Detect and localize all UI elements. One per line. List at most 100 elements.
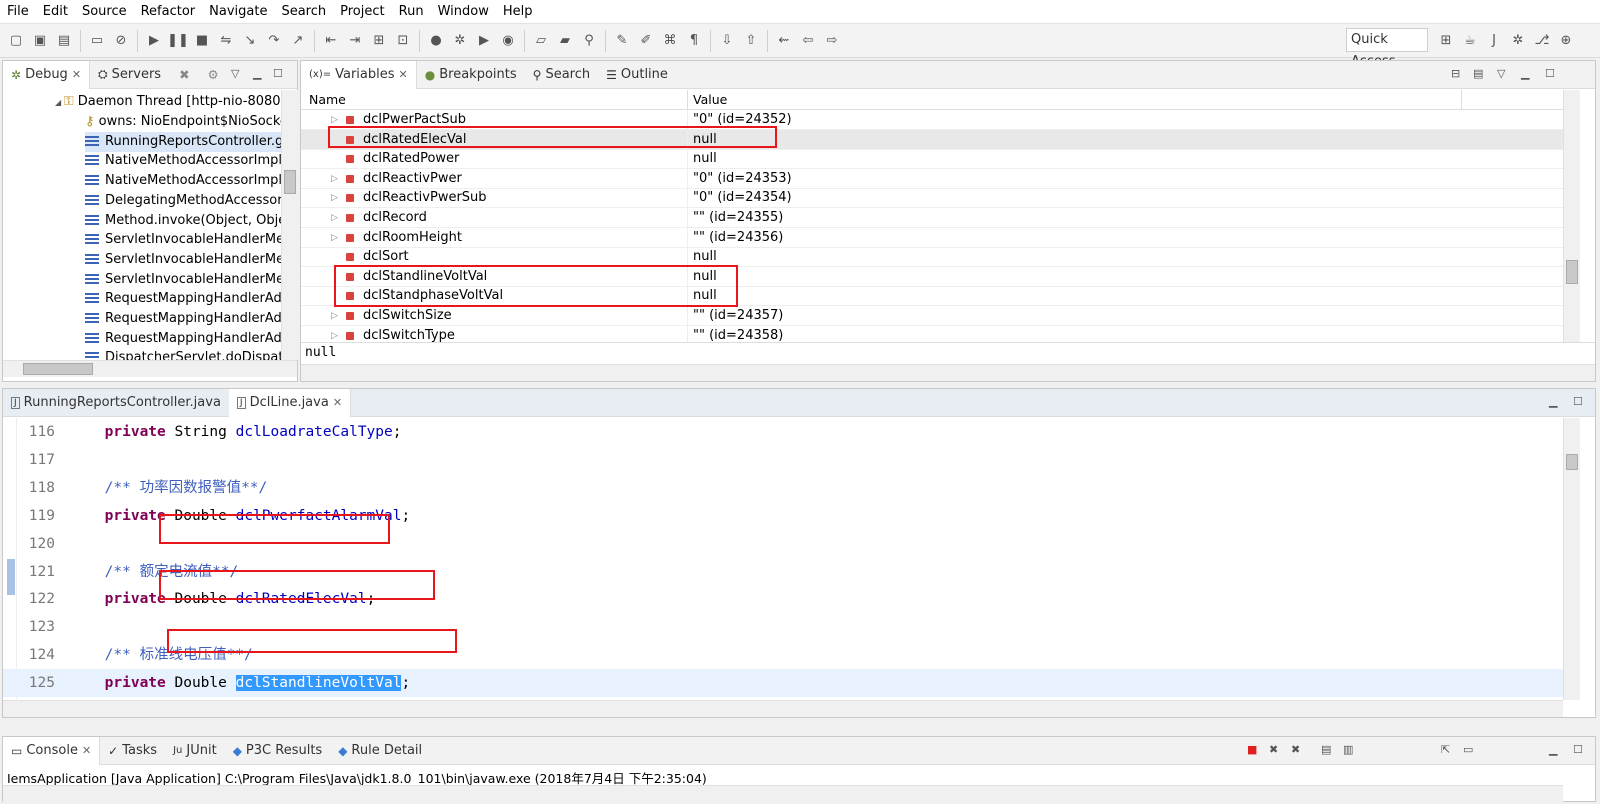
menu-item-edit[interactable]: Edit [36,0,75,24]
tab-breakpoints[interactable]: ● Breakpoints [417,61,525,89]
layout-icon[interactable]: ▤ [1473,67,1483,80]
console-hscroll[interactable] [3,785,1563,802]
skip-breakpoints-icon[interactable]: ⊘ [111,31,131,51]
show-whitespace-icon[interactable]: ¶ [684,31,704,51]
menu-item-window[interactable]: Window [431,0,496,24]
maximize-icon[interactable]: ☐ [1545,67,1555,80]
variable-row[interactable]: ▷ dclReactivPwer "0" (id=24353) [301,169,1563,189]
column-divider[interactable] [687,90,688,110]
suspend-icon[interactable]: ❚❚ [167,31,189,51]
use-step-filters-icon[interactable]: ⇥ [345,31,365,51]
stack-frame[interactable]: DispatcherServlet.doDispatch(l [85,348,281,360]
scroll-lock-icon[interactable]: ▥ [1343,743,1353,756]
stack-frame[interactable]: RunningReportsController.getI [85,131,281,152]
tab-servers[interactable]: ⛭ Servers [90,61,169,89]
stack-frame[interactable]: RequestMappingHandlerAdap [85,329,281,349]
tab-debug[interactable]: ✲ Debug ✕ [3,60,91,89]
menu-item-run[interactable]: Run [392,0,431,24]
git-icon[interactable]: ⎇ [1532,30,1552,50]
menu-item-navigate[interactable]: Navigate [202,0,274,24]
minimize-icon[interactable]: ▁ [1521,67,1529,80]
code-line[interactable]: 122 private Double dclRatedElecVal; [3,585,1563,613]
tab-tasks[interactable]: ✓ Tasks [100,737,165,765]
close-icon[interactable]: ✕ [82,744,91,757]
open-type-icon[interactable]: ⊞ [369,31,389,51]
close-icon[interactable]: ✕ [399,68,408,81]
menu-item-project[interactable]: Project [333,0,391,24]
clear-console-icon[interactable]: ▤ [1321,743,1331,756]
svn-icon[interactable]: ⊕ [1556,30,1576,50]
expand-toggle-icon[interactable]: ▷ [331,169,338,189]
collapse-all-icon[interactable]: ⊟ [1451,67,1460,80]
debug-vscroll[interactable] [281,90,298,360]
tab-junit[interactable]: Ju JUnit [165,737,225,765]
step-return-icon[interactable]: ↗ [288,31,308,51]
code-line[interactable]: 116 private String dclLoadrateCalType; [3,418,1563,446]
java-ee-icon[interactable]: ☕ [1460,30,1480,50]
stack-frame[interactable]: Method.invoke(Object, Object. [85,211,281,231]
expand-toggle-icon[interactable]: ▷ [331,228,338,248]
forward-icon[interactable]: ⇨ [822,31,842,51]
menu-item-refactor[interactable]: Refactor [134,0,203,24]
expand-toggle-icon[interactable]: ▷ [331,208,338,228]
terminate-icon[interactable]: ■ [192,31,212,51]
back-icon[interactable]: ⇦ [798,31,818,51]
column-name-header[interactable]: Name [309,90,346,110]
view-menu-chevron-icon[interactable]: ▽ [1497,67,1505,80]
stack-frame[interactable]: NativeMethodAccessorImpl.inv [85,151,281,171]
open-folder-icon[interactable]: ▱ [531,31,551,51]
stack-frame[interactable]: RequestMappingHandlerAdap [85,309,281,329]
toggle-highlight-icon[interactable]: ✐ [636,31,656,51]
tab-running-reports-controller[interactable]: J RunningReportsController.java [3,389,229,417]
last-edit-icon[interactable]: ⇜ [774,31,794,51]
code-line[interactable]: 123 [3,613,1563,641]
tab-dclline-java[interactable]: J DclLine.java ✕ [228,388,352,417]
tab-rule-detail[interactable]: ◆ Rule Detail [330,737,430,765]
variables-vscroll[interactable] [1563,90,1580,342]
detail-hscroll[interactable] [301,364,1595,381]
remove-launch-icon[interactable]: ✖ [1269,743,1278,756]
expand-toggle-icon[interactable]: ▷ [331,110,338,130]
tab-p3c-results[interactable]: ◆ P3C Results [225,737,331,765]
disconnect-icon[interactable]: ✖ [179,67,189,82]
expand-toggle-icon[interactable]: ▷ [331,326,338,342]
stack-frame[interactable]: RequestMappingHandlerAdap [85,289,281,309]
stack-frame[interactable]: ServletInvocableHandlerMetho [85,230,281,250]
editor-vscroll[interactable] [1563,418,1580,700]
prev-annotation-icon[interactable]: ⇧ [741,31,761,51]
expand-toggle-icon[interactable]: ▷ [331,188,338,208]
code-line[interactable]: 120 [3,530,1563,558]
code-line[interactable]: 119 private Double dclPwerfactAlarmVal; [3,502,1563,530]
minimize-icon[interactable]: ▁ [1549,395,1557,408]
menu-item-search[interactable]: Search [274,0,333,24]
stack-frame[interactable]: NativeMethodAccessorImpl.inv [85,171,281,191]
open-perspective-icon[interactable]: ⊞ [1436,30,1456,50]
variable-row[interactable]: ▷ dclRoomHeight "" (id=24356) [301,228,1563,248]
quick-access-field[interactable]: Quick Access [1346,28,1428,69]
debug-perspective-icon[interactable]: ✲ [1508,30,1528,50]
column-value-header[interactable]: Value [693,90,727,110]
variable-row[interactable]: dclStandphaseVoltVal null [301,286,1563,307]
run-icon[interactable]: ▶ [474,31,494,51]
save-icon[interactable]: ▣ [30,31,50,51]
expand-toggle-icon[interactable]: ▷ [331,306,338,326]
close-icon[interactable]: ✕ [333,396,342,409]
stack-frame[interactable]: DelegatingMethodAccessorIm [85,191,281,211]
search-icon[interactable]: ⚲ [579,31,599,51]
code-line[interactable]: 117 [3,446,1563,474]
variable-row[interactable]: dclStandlineVoltVal null [301,267,1563,287]
column-divider[interactable] [1461,90,1462,110]
variable-row[interactable]: dclRatedPower null [301,149,1563,170]
tree-expand-icon[interactable]: ◢ [55,98,64,107]
toggle-block-icon[interactable]: ⌘ [660,31,680,51]
debug-icon[interactable]: ✲ [450,31,470,51]
debug-hscroll[interactable] [3,360,297,377]
minimize-icon[interactable]: ▁ [1549,743,1557,756]
open-task-icon[interactable]: ▰ [555,31,575,51]
code-line[interactable]: 124 /** 标准线电压值**/ [3,641,1563,669]
debug-thread-node[interactable]: ◢ ⚿ Daemon Thread [http-nio-8080-e: [55,92,281,112]
step-into-icon[interactable]: ↘ [240,31,260,51]
java-icon[interactable]: J [1484,30,1504,50]
variable-row[interactable]: ▷ dclSwitchSize "" (id=24357) [301,306,1563,326]
tab-search[interactable]: ⚲ Search [525,61,598,89]
